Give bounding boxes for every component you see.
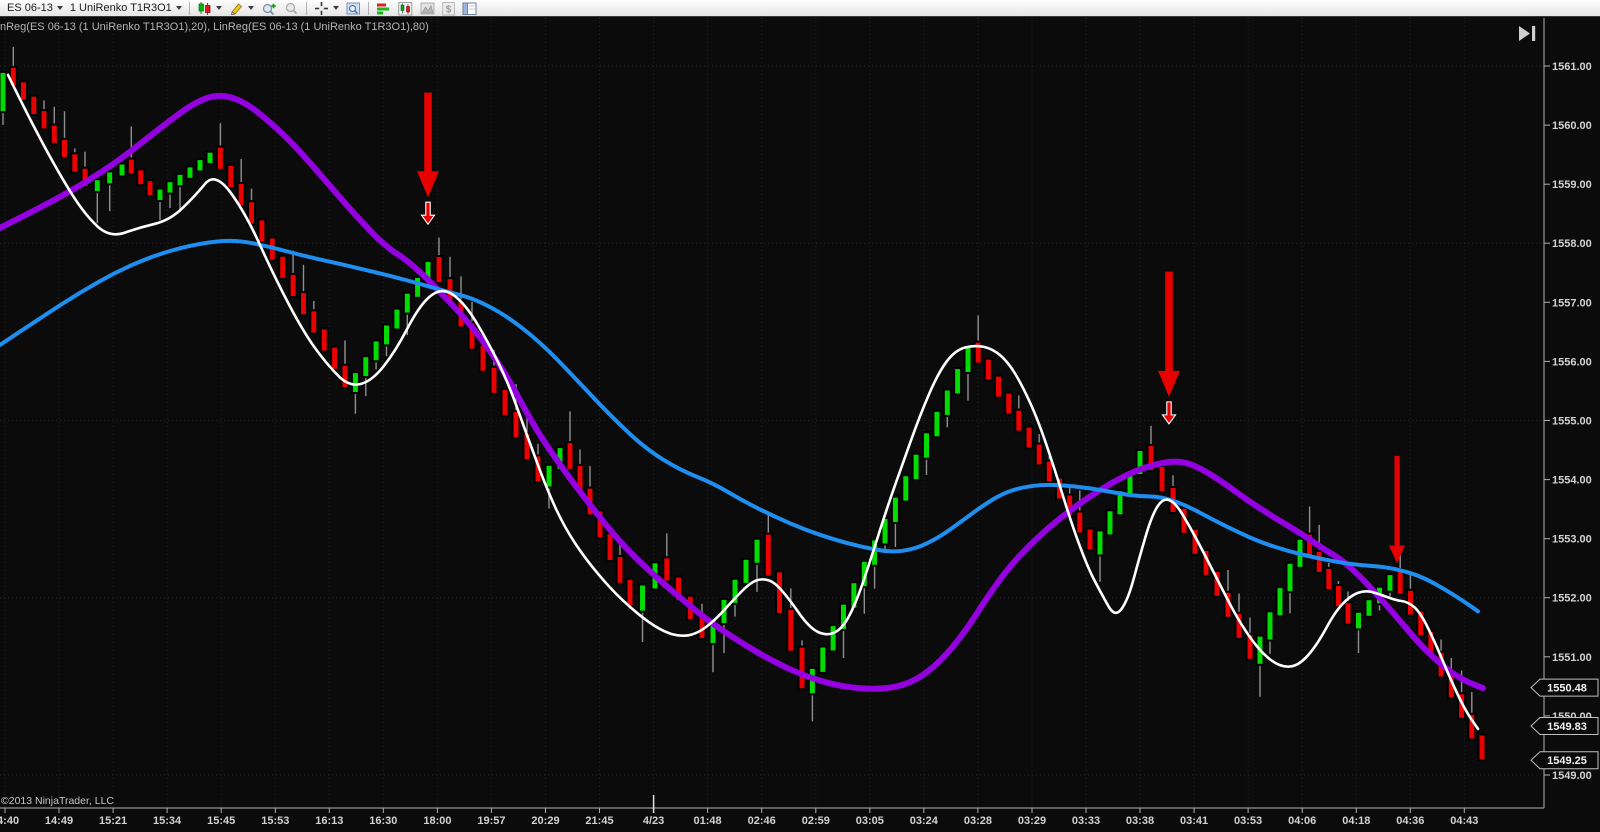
svg-text:1556.00: 1556.00 bbox=[1552, 356, 1592, 368]
chart-style-button[interactable] bbox=[194, 1, 225, 16]
svg-text:19:57: 19:57 bbox=[477, 815, 505, 827]
chart-canvas[interactable]: 1561.00 1560.00 1559.00 1558.00 1557.00 1556.… bbox=[0, 0, 1600, 832]
svg-text:16:13: 16:13 bbox=[315, 815, 343, 827]
svg-text:1558.00: 1558.00 bbox=[1552, 238, 1592, 250]
svg-text:1555.00: 1555.00 bbox=[1552, 416, 1592, 428]
indicator-legend: nReg(ES 06-13 (1 UniRenko T1R3O1),20), L… bbox=[0, 21, 429, 33]
svg-text:03:05: 03:05 bbox=[856, 815, 884, 827]
go-to-end-button[interactable] bbox=[1518, 26, 1538, 42]
sell-signal-arrows bbox=[417, 92, 1405, 564]
svg-text:04:06: 04:06 bbox=[1288, 815, 1316, 827]
svg-text:16:30: 16:30 bbox=[369, 815, 397, 827]
svg-text:15:34: 15:34 bbox=[153, 815, 182, 827]
zoom-in-icon bbox=[262, 3, 276, 15]
properties-button[interactable] bbox=[459, 1, 480, 16]
svg-text:$: $ bbox=[446, 4, 452, 15]
svg-text:03:29: 03:29 bbox=[1018, 815, 1046, 827]
caret-down-icon bbox=[247, 6, 254, 10]
svg-text:1560.00: 1560.00 bbox=[1552, 120, 1592, 132]
svg-text:04:43: 04:43 bbox=[1450, 815, 1478, 827]
candlestick-style-icon bbox=[198, 1, 211, 15]
svg-text:1550.48: 1550.48 bbox=[1547, 683, 1587, 695]
svg-text:15:45: 15:45 bbox=[207, 815, 235, 827]
crosshair-icon bbox=[314, 1, 328, 15]
time-axis[interactable]: 14:40 14:49 15:21 15:34 15:45 15:53 16:13 16:30… bbox=[0, 795, 1544, 827]
dollar-icon: $ bbox=[442, 1, 455, 15]
svg-text:14:40: 14:40 bbox=[0, 815, 19, 827]
svg-text:1549.83: 1549.83 bbox=[1547, 721, 1587, 733]
svg-text:1549.25: 1549.25 bbox=[1547, 755, 1587, 767]
toolbar-separator bbox=[367, 1, 369, 15]
snapshot-icon bbox=[346, 2, 360, 14]
svg-text:1561.00: 1561.00 bbox=[1552, 61, 1592, 73]
svg-text:15:53: 15:53 bbox=[261, 815, 289, 827]
svg-text:1549.00: 1549.00 bbox=[1552, 770, 1592, 782]
svg-text:20:29: 20:29 bbox=[531, 815, 559, 827]
crosshair-button[interactable] bbox=[311, 1, 342, 16]
zoom-out-button[interactable] bbox=[281, 1, 302, 16]
zoom-in-button[interactable] bbox=[258, 1, 280, 16]
svg-text:1559.00: 1559.00 bbox=[1552, 179, 1592, 191]
mountain-chart-icon bbox=[420, 2, 435, 14]
svg-text:15:21: 15:21 bbox=[99, 815, 127, 827]
chart-window: 1561.00 1560.00 1559.00 1558.00 1557.00 1556.… bbox=[0, 0, 1600, 832]
svg-text:03:28: 03:28 bbox=[964, 815, 992, 827]
drawing-tools-button[interactable] bbox=[226, 1, 257, 16]
svg-text:18:00: 18:00 bbox=[423, 815, 451, 827]
chart-trader-icon bbox=[376, 3, 389, 14]
chart-toolbar: ES 06-13 1 UniRenko T1R3O1 $ bbox=[0, 0, 1600, 17]
properties-icon bbox=[462, 2, 477, 15]
svg-text:1554.00: 1554.00 bbox=[1552, 475, 1592, 487]
svg-text:03:24: 03:24 bbox=[910, 815, 939, 827]
toolbar-separator bbox=[305, 1, 307, 15]
gridlines bbox=[0, 18, 1544, 808]
svg-text:03:33: 03:33 bbox=[1072, 815, 1100, 827]
interval-selector[interactable]: 1 UniRenko T1R3O1 bbox=[67, 1, 185, 16]
zoom-out-icon bbox=[285, 2, 297, 14]
account-button[interactable]: $ bbox=[439, 1, 458, 16]
svg-text:1551.00: 1551.00 bbox=[1552, 652, 1592, 664]
pencil-icon bbox=[230, 3, 242, 15]
data-box-button[interactable] bbox=[395, 1, 416, 16]
svg-text:21:45: 21:45 bbox=[585, 815, 613, 827]
svg-text:02:46: 02:46 bbox=[748, 815, 776, 827]
instrument-selector[interactable]: ES 06-13 bbox=[4, 1, 66, 16]
snapshot-button[interactable] bbox=[343, 1, 364, 16]
chart-trader-button[interactable] bbox=[373, 1, 394, 16]
price-axis[interactable]: 1561.00 1560.00 1559.00 1558.00 1557.00 1556.… bbox=[1530, 18, 1599, 808]
svg-text:03:38: 03:38 bbox=[1126, 815, 1154, 827]
caret-down-icon bbox=[332, 6, 339, 10]
data-box-icon bbox=[398, 1, 412, 15]
svg-text:1552.00: 1552.00 bbox=[1552, 593, 1592, 605]
svg-text:4/23: 4/23 bbox=[643, 815, 664, 827]
svg-text:14:49: 14:49 bbox=[45, 815, 73, 827]
interval-label: 1 UniRenko T1R3O1 bbox=[69, 2, 172, 14]
svg-text:04:18: 04:18 bbox=[1342, 815, 1370, 827]
svg-text:03:53: 03:53 bbox=[1234, 815, 1262, 827]
caret-down-icon bbox=[215, 6, 222, 10]
copyright-label: ©2013 NinjaTrader, LLC bbox=[1, 795, 114, 807]
svg-text:02:59: 02:59 bbox=[802, 815, 830, 827]
svg-text:1557.00: 1557.00 bbox=[1552, 297, 1592, 309]
svg-text:04:36: 04:36 bbox=[1396, 815, 1424, 827]
caret-down-icon bbox=[175, 6, 182, 10]
step-forward-icon bbox=[1519, 26, 1536, 41]
instrument-label: ES 06-13 bbox=[7, 2, 53, 14]
chart-image-button[interactable] bbox=[417, 1, 438, 16]
caret-down-icon bbox=[56, 6, 63, 10]
toolbar-separator bbox=[188, 1, 190, 15]
svg-text:03:41: 03:41 bbox=[1180, 815, 1208, 827]
svg-text:1553.00: 1553.00 bbox=[1552, 534, 1592, 546]
svg-text:01:48: 01:48 bbox=[694, 815, 722, 827]
